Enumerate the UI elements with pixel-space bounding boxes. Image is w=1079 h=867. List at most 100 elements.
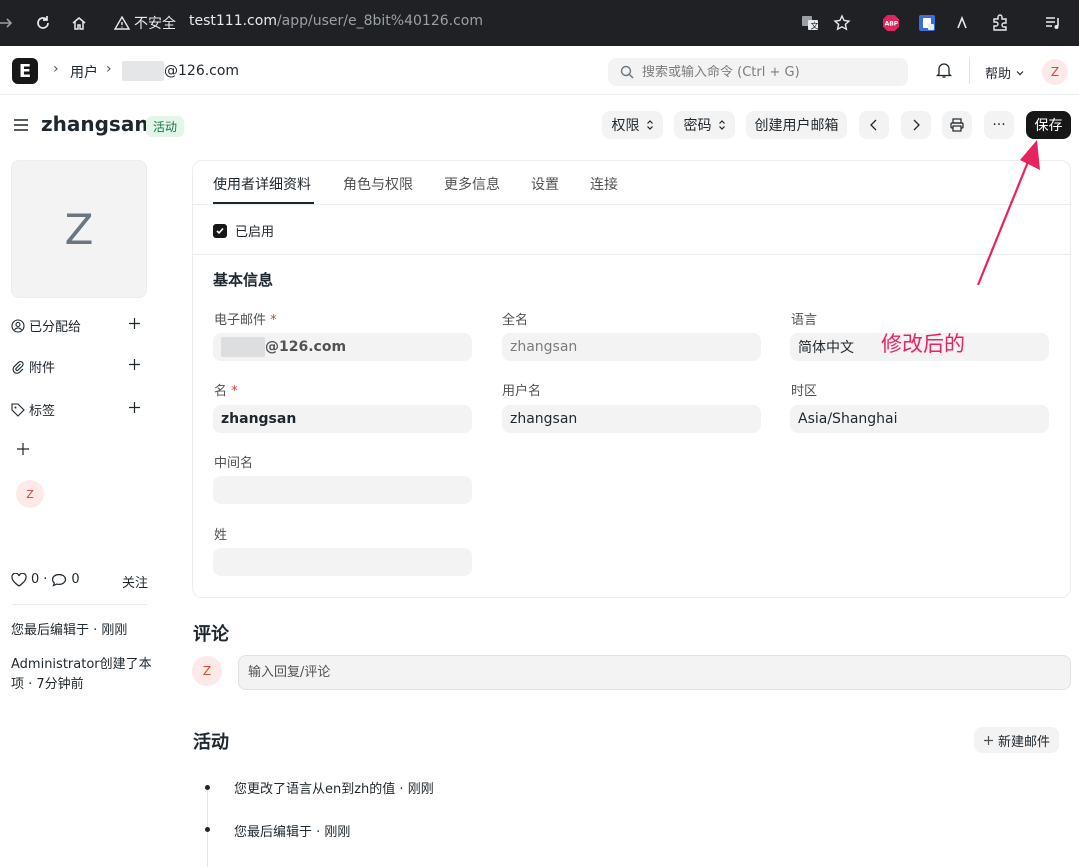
comment-input[interactable] xyxy=(238,655,1071,690)
timeline-dot xyxy=(205,827,210,832)
section-divider xyxy=(193,254,1070,255)
prev-record-button[interactable] xyxy=(859,111,889,139)
attachments-row: 附件 xyxy=(11,357,141,376)
print-button[interactable] xyxy=(942,111,972,139)
assign-user-icon xyxy=(11,318,25,333)
commenter-avatar: Z xyxy=(192,656,222,686)
heart-icon[interactable] xyxy=(11,572,27,587)
tab-more-info[interactable]: 更多信息 xyxy=(444,174,500,194)
profile-image-placeholder[interactable]: Z xyxy=(11,160,147,298)
email-value-suffix: @126.com xyxy=(265,339,347,355)
firstname-label: 名 * xyxy=(214,380,238,399)
likes-comments-counter: 0 · 0 xyxy=(11,572,80,587)
url-path: /app/user/e_8bit%40126.com xyxy=(276,13,483,29)
search-input[interactable] xyxy=(642,64,892,80)
likes-count: 0 xyxy=(31,572,40,587)
tags-row: 标签 xyxy=(11,400,141,419)
sidebar-divider xyxy=(11,604,147,605)
bookmark-star-icon[interactable] xyxy=(832,13,852,33)
dot-separator: · xyxy=(43,572,48,587)
shared-user-avatar[interactable]: Z xyxy=(16,480,44,508)
add-assignee-icon[interactable] xyxy=(128,317,141,334)
comment-icon[interactable] xyxy=(51,573,67,587)
address-bar[interactable]: test111.com/app/user/e_8bit%40126.com xyxy=(189,13,483,29)
tab-user-details[interactable]: 使用者详细资料 xyxy=(213,174,311,194)
firstname-label-text: 名 xyxy=(214,384,228,399)
save-button[interactable]: 保存 xyxy=(1026,111,1071,139)
assigned-to-row: 已分配给 xyxy=(11,316,141,335)
middlename-label: 中间名 xyxy=(214,456,254,471)
follow-link[interactable]: 关注 xyxy=(122,572,148,591)
tab-roles-permissions[interactable]: 角色与权限 xyxy=(343,174,413,194)
comments-heading: 评论 xyxy=(193,624,229,645)
chevron-right-icon: › xyxy=(106,61,112,77)
forward-icon[interactable] xyxy=(0,13,16,33)
search-bar[interactable] xyxy=(608,58,908,86)
bell-icon[interactable] xyxy=(935,61,953,83)
username-field[interactable]: zhangsan xyxy=(502,405,761,433)
adblock-extension-icon[interactable]: ABP xyxy=(881,13,901,33)
url-host: test111.com xyxy=(189,13,277,29)
chevron-down-icon xyxy=(1016,70,1024,75)
new-email-button[interactable]: 新建邮件 xyxy=(974,727,1060,753)
next-record-button[interactable] xyxy=(901,111,931,139)
tab-connections[interactable]: 连接 xyxy=(590,174,618,194)
enabled-checkbox-row[interactable]: 已启用 xyxy=(213,221,274,240)
user-avatar[interactable]: Z xyxy=(1042,59,1068,85)
add-share-icon[interactable] xyxy=(16,442,30,460)
middlename-field[interactable] xyxy=(213,476,472,504)
email-field[interactable]: @126.com xyxy=(213,333,472,361)
svg-text:文: 文 xyxy=(811,21,819,31)
reading-list-icon[interactable] xyxy=(1043,13,1063,33)
breadcrumb-current-user[interactable]: @126.com xyxy=(122,61,239,81)
last-edited-info: 您最后编辑于 · 刚刚 xyxy=(11,623,128,638)
fullname-field[interactable]: zhangsan xyxy=(502,333,761,361)
firstname-field[interactable]: zhangsan xyxy=(213,405,472,433)
tab-settings[interactable]: 设置 xyxy=(531,174,559,194)
activity-heading: 活动 xyxy=(193,732,229,753)
password-button[interactable]: 密码 xyxy=(674,111,735,139)
activity-item: 您最后编辑于 · 刚刚 xyxy=(234,825,351,840)
basic-info-section-title: 基本信息 xyxy=(213,271,274,289)
email-label: 电子邮件 * xyxy=(214,309,277,328)
help-dropdown[interactable]: 帮助 xyxy=(985,63,1025,82)
breadcrumb-users[interactable]: 用户 xyxy=(70,62,98,82)
extensions-puzzle-icon[interactable] xyxy=(990,13,1010,33)
search-icon xyxy=(620,65,634,79)
more-actions-button[interactable]: ··· xyxy=(984,111,1014,139)
form-tabs: 使用者详细资料 角色与权限 更多信息 设置 连接 xyxy=(193,161,1070,205)
navbar-divider xyxy=(969,58,970,84)
add-attachment-icon[interactable] xyxy=(128,358,141,375)
chevron-right-icon: › xyxy=(53,61,59,77)
created-info-line2: 项 · 7分钟前 xyxy=(11,677,84,692)
breadcrumb-email-suffix: @126.com xyxy=(164,63,240,79)
create-mailbox-button[interactable]: 创建用户邮箱 xyxy=(746,111,847,139)
lastname-field[interactable] xyxy=(213,548,472,576)
timezone-label: 时区 xyxy=(791,384,818,399)
home-icon[interactable] xyxy=(69,13,89,33)
lastname-label: 姓 xyxy=(214,528,228,543)
permissions-label: 权限 xyxy=(611,118,640,134)
annotation-text: 修改后的 xyxy=(881,332,965,356)
translate-icon[interactable]: 文 xyxy=(800,13,820,33)
required-mark: * xyxy=(231,384,238,399)
user-form-card: 使用者详细资料 角色与权限 更多信息 设置 连接 已启用 基本信息 电子邮件 *… xyxy=(192,160,1071,598)
paperclip-icon xyxy=(12,360,24,374)
warning-icon xyxy=(114,15,130,30)
timezone-field[interactable]: Asia/Shanghai xyxy=(790,405,1049,433)
password-extension-icon[interactable] xyxy=(917,13,937,33)
assigned-label: 已分配给 xyxy=(29,320,82,335)
enabled-checkbox[interactable] xyxy=(213,223,227,238)
chevron-updown-icon xyxy=(718,120,725,130)
app-navbar: E › 用户 › @126.com 帮助 Z xyxy=(0,46,1079,95)
insecure-label: 不安全 xyxy=(134,16,176,32)
add-tag-icon[interactable] xyxy=(128,401,141,418)
activity-item: 您更改了语言从en到zh的值 · 刚刚 xyxy=(234,782,434,797)
reload-icon[interactable] xyxy=(33,13,53,33)
printer-icon xyxy=(950,118,964,132)
insecure-indicator[interactable]: 不安全 xyxy=(114,13,176,33)
app-logo[interactable]: E xyxy=(12,58,38,84)
permissions-button[interactable]: 权限 xyxy=(602,111,663,139)
reader-extension-icon[interactable] xyxy=(952,13,972,33)
sidebar-toggle-icon[interactable] xyxy=(13,117,29,137)
